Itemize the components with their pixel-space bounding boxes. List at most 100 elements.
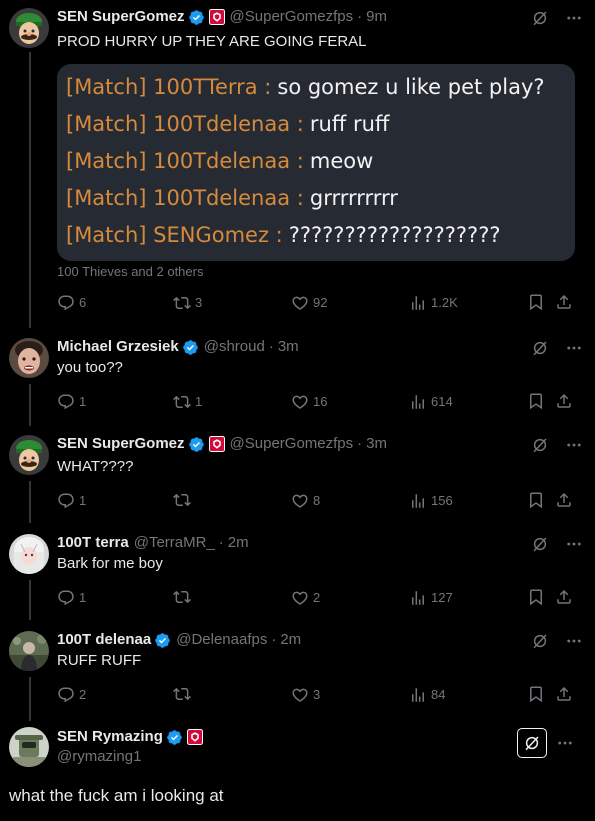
display-name[interactable]: SEN SuperGomez — [57, 435, 185, 453]
timestamp[interactable]: 9m — [366, 8, 387, 26]
avatar[interactable] — [9, 534, 49, 574]
action-bar: 1 2 127 — [57, 588, 577, 608]
views-icon — [409, 686, 427, 704]
chat-message: ??????????????????? — [288, 223, 501, 247]
repost-icon — [173, 588, 191, 606]
like-button[interactable]: 3 — [291, 685, 320, 705]
chat-prefix: [Match] 100Tdelenaa : — [66, 112, 304, 136]
share-button[interactable] — [555, 491, 573, 509]
chat-prefix: [Match] 100Tdelenaa : — [66, 149, 304, 173]
share-button[interactable] — [555, 685, 573, 703]
timestamp[interactable]: 2m — [280, 631, 301, 649]
display-name[interactable]: 100T delenaa — [57, 631, 151, 649]
tweet-text: PROD HURRY UP THEY ARE GOING FERAL — [57, 33, 367, 50]
affiliate-badge-icon[interactable] — [209, 436, 225, 452]
chat-message: ruff ruff — [309, 112, 390, 136]
display-name[interactable]: Michael Grzesiek — [57, 338, 179, 356]
tweet-text: RUFF RUFF — [57, 652, 142, 669]
repost-button[interactable]: 3 — [173, 293, 202, 313]
timestamp[interactable]: 2m — [228, 534, 249, 552]
display-name[interactable]: SEN Rymazing — [57, 728, 163, 746]
share-icon — [555, 685, 573, 703]
views-button[interactable]: 156 — [409, 491, 453, 511]
avatar[interactable] — [9, 435, 49, 475]
avatar[interactable] — [9, 631, 49, 671]
reply-icon — [57, 686, 75, 704]
like-button[interactable]: 2 — [291, 588, 320, 608]
affiliate-badge-icon[interactable] — [209, 9, 225, 25]
bookmark-button[interactable] — [527, 685, 545, 703]
more-icon[interactable] — [565, 9, 583, 27]
tweet-text: WHAT???? — [57, 458, 134, 475]
display-name[interactable]: SEN SuperGomez — [57, 8, 185, 26]
grok-icon[interactable] — [531, 535, 549, 553]
handle[interactable]: @SuperGomezfps — [230, 435, 354, 453]
more-icon[interactable] — [565, 535, 583, 553]
views-button[interactable]: 127 — [409, 588, 453, 608]
views-icon — [409, 294, 427, 312]
more-icon[interactable] — [565, 632, 583, 650]
reply-button[interactable]: 1 — [57, 491, 86, 511]
chat-prefix: [Match] SENGomez : — [66, 223, 283, 247]
bookmark-button[interactable] — [527, 491, 545, 509]
share-button[interactable] — [555, 392, 573, 410]
chat-line: [Match] 100Tdelenaa : grrrrrrrrr — [66, 185, 398, 211]
reply-button[interactable]: 1 — [57, 392, 86, 412]
views-button[interactable]: 614 — [409, 392, 453, 412]
repost-button[interactable] — [173, 685, 195, 703]
reply-icon — [57, 492, 75, 510]
timestamp[interactable]: 3m — [366, 435, 387, 453]
grok-icon[interactable] — [531, 632, 549, 650]
timestamp[interactable]: 3m — [278, 338, 299, 356]
more-icon[interactable] — [565, 436, 583, 454]
handle[interactable]: @Delenaafps — [176, 631, 267, 649]
handle[interactable]: @SuperGomezfps — [230, 8, 354, 26]
views-button[interactable]: 84 — [409, 685, 445, 705]
handle[interactable]: @rymazing1 — [57, 748, 141, 766]
repost-button[interactable] — [173, 588, 195, 606]
thread-line — [29, 677, 31, 721]
grok-icon[interactable] — [531, 9, 549, 27]
avatar[interactable] — [9, 727, 49, 767]
reply-button[interactable]: 2 — [57, 685, 86, 705]
display-name[interactable]: 100T terra — [57, 534, 129, 552]
like-count: 8 — [313, 493, 321, 508]
repost-button[interactable] — [173, 491, 195, 509]
view-count: 1.2K — [431, 295, 458, 310]
reply-count: 1 — [79, 394, 87, 409]
bookmark-icon — [527, 392, 545, 410]
more-icon[interactable] — [565, 339, 583, 357]
avatar[interactable] — [9, 8, 49, 48]
avatar[interactable] — [9, 338, 49, 378]
reply-button[interactable]: 6 — [57, 293, 86, 313]
grok-icon[interactable] — [531, 436, 549, 454]
tweet-1[interactable]: SEN SuperGomez @SuperGomezfps · 9m PROD … — [0, 0, 595, 328]
like-button[interactable]: 92 — [291, 293, 327, 313]
views-button[interactable]: 1.2K — [409, 293, 458, 313]
tweet-text: Bark for me boy — [57, 555, 163, 572]
grok-icon[interactable] — [517, 728, 547, 758]
media-image[interactable]: [Match] 100TTerra : so gomez u like pet p… — [57, 64, 575, 261]
repost-icon — [173, 393, 191, 411]
bookmark-button[interactable] — [527, 293, 545, 311]
bookmark-button[interactable] — [527, 392, 545, 410]
verified-badge-icon — [166, 729, 183, 746]
affiliate-badge-icon[interactable] — [187, 729, 203, 745]
share-button[interactable] — [555, 588, 573, 606]
reply-icon — [57, 393, 75, 411]
tweet-header: Michael Grzesiek @shroud · 3m — [57, 338, 299, 356]
repost-button[interactable]: 1 — [173, 392, 202, 412]
share-button[interactable] — [555, 293, 573, 311]
more-icon[interactable] — [556, 734, 574, 752]
view-count: 156 — [431, 493, 453, 508]
handle[interactable]: @TerraMR_ — [134, 534, 215, 552]
like-button[interactable]: 8 — [291, 491, 320, 511]
share-icon — [555, 491, 573, 509]
grok-icon[interactable] — [531, 339, 549, 357]
media-tags[interactable]: 100 Thieves and 2 others — [57, 264, 203, 279]
handle[interactable]: @shroud — [204, 338, 265, 356]
bookmark-button[interactable] — [527, 588, 545, 606]
like-button[interactable]: 16 — [291, 392, 327, 412]
reply-button[interactable]: 1 — [57, 588, 86, 608]
like-icon — [291, 492, 309, 510]
